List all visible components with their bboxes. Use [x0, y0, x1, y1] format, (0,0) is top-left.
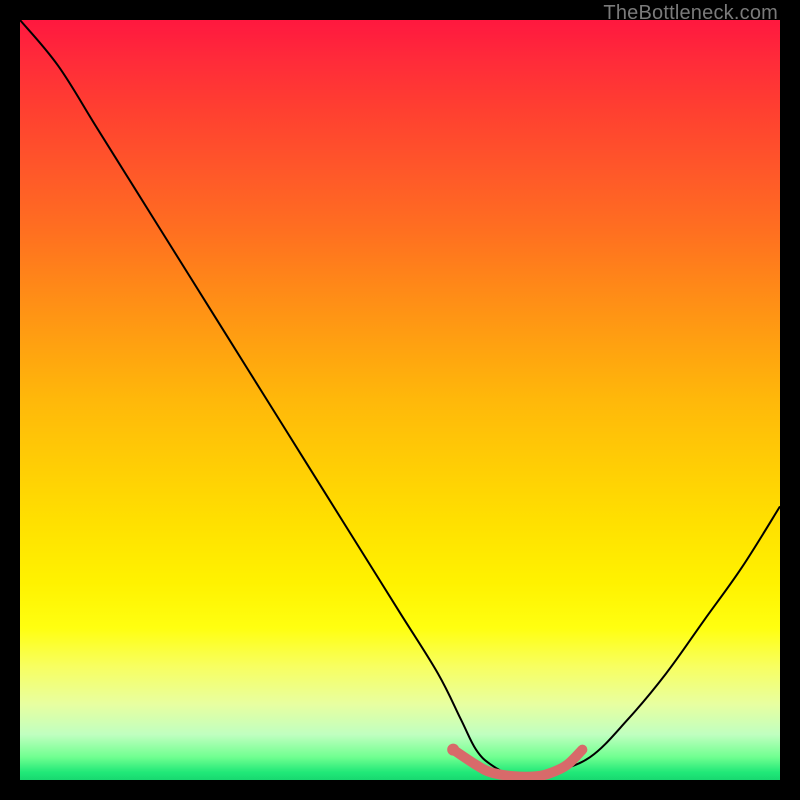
- chart-container: TheBottleneck.com: [0, 0, 800, 800]
- watermark-text: TheBottleneck.com: [603, 2, 778, 25]
- optimal-zone-highlight: [453, 750, 582, 777]
- curve-layer: [20, 20, 780, 780]
- plot-gradient-background: [20, 20, 780, 780]
- highlight-start-dot: [447, 744, 459, 756]
- bottleneck-curve: [20, 20, 780, 777]
